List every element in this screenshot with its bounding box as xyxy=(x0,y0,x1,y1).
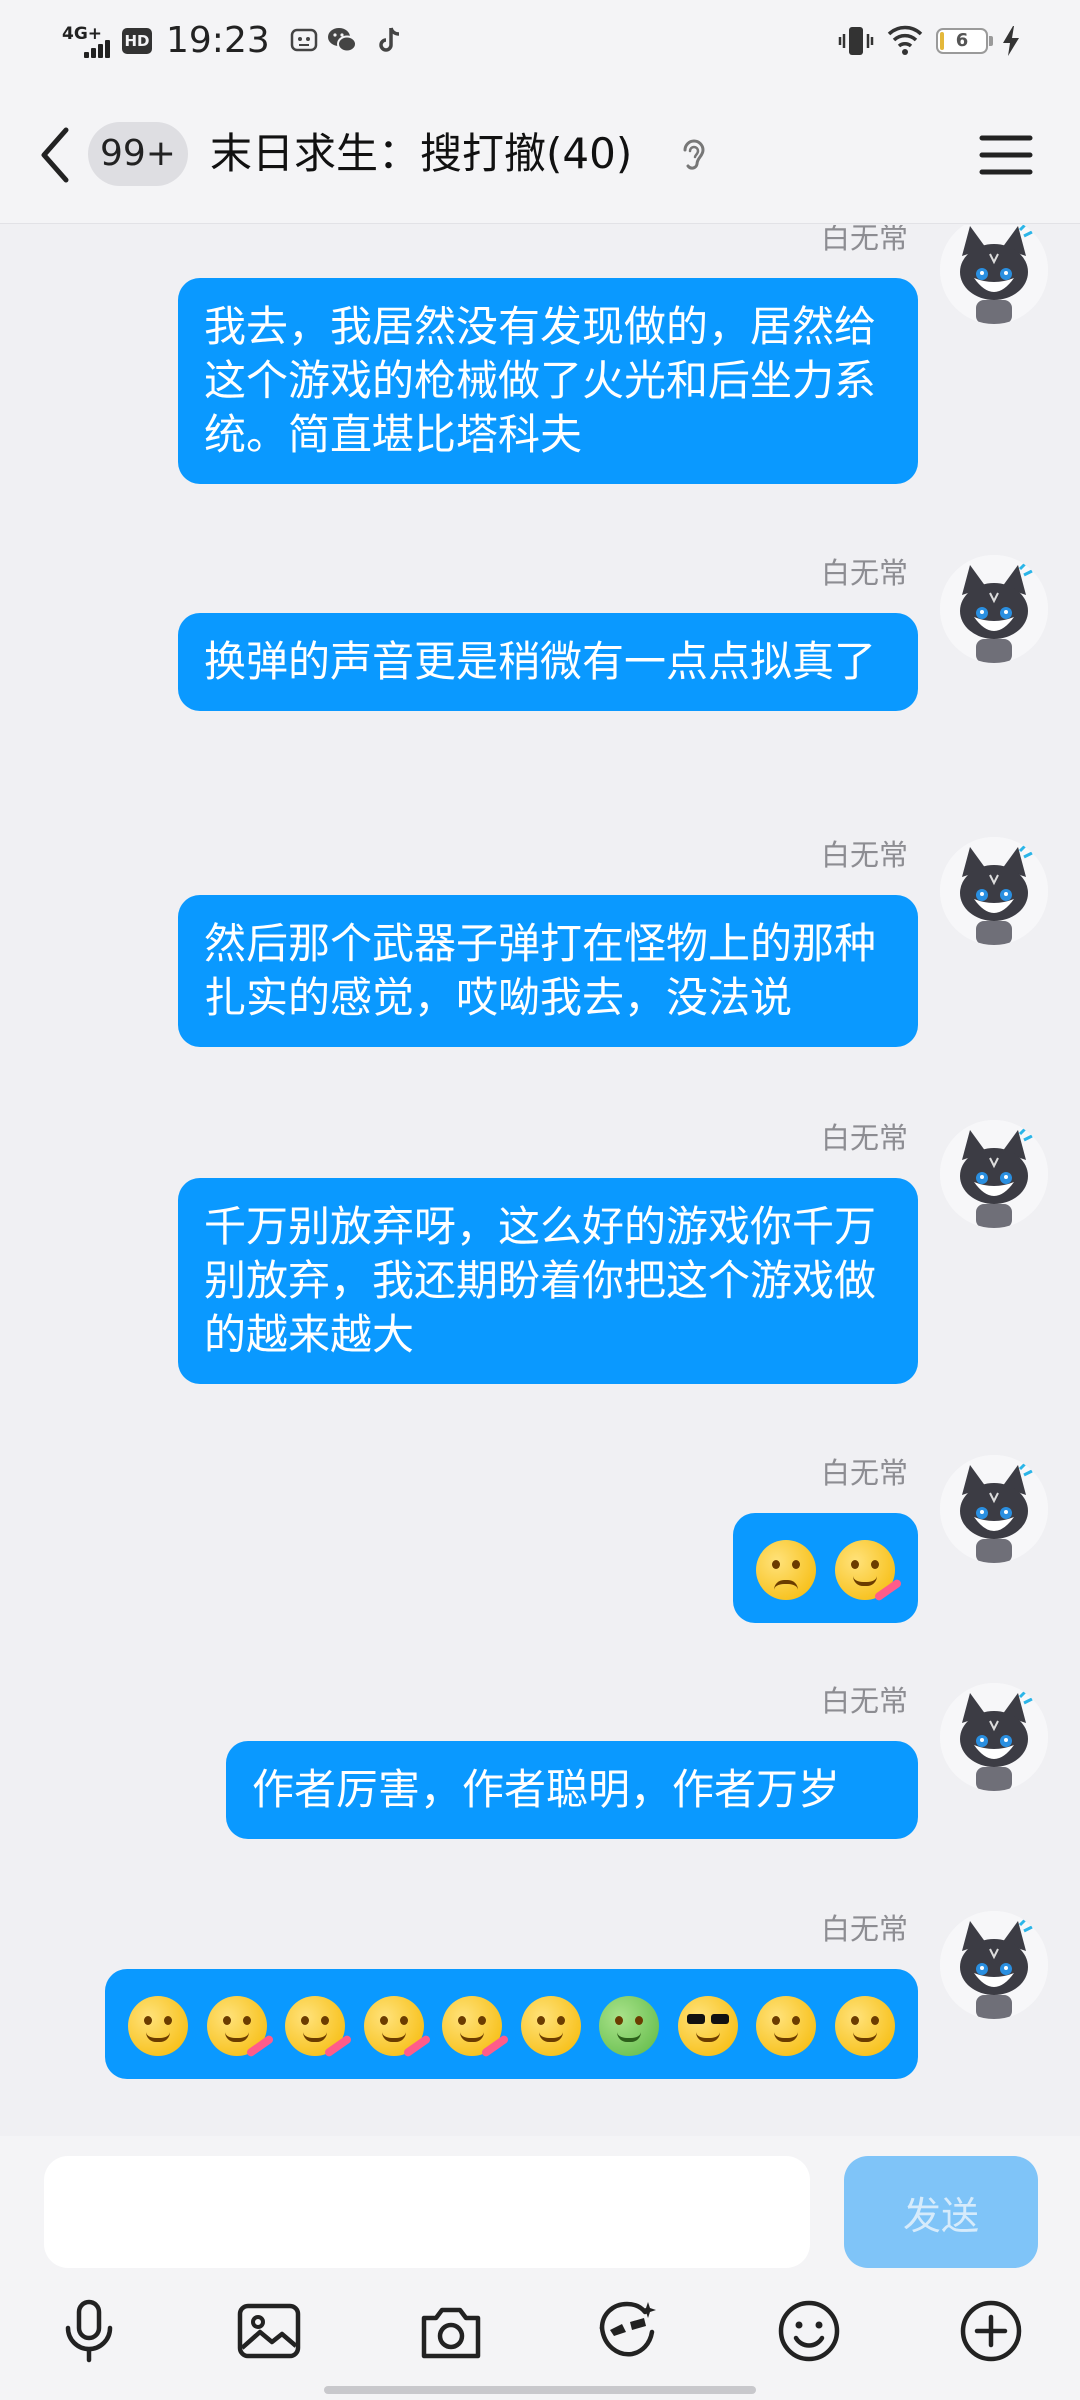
menu-icon[interactable] xyxy=(976,128,1036,182)
message-bubble[interactable]: 作者厉害，作者聪明，作者万岁 xyxy=(226,1741,918,1839)
wifi-icon xyxy=(887,25,923,55)
tiktok-icon xyxy=(379,27,400,52)
vibrate-icon xyxy=(838,27,874,55)
charging-icon xyxy=(1003,26,1019,56)
chat-header: 99+ 末日求生：搜打撤(40) xyxy=(0,84,1080,224)
avatar[interactable] xyxy=(940,1911,1048,2019)
plus-icon[interactable] xyxy=(956,2296,1026,2366)
battery-tip xyxy=(989,36,993,46)
party-face-icon xyxy=(363,1996,432,2058)
home-indicator[interactable] xyxy=(324,2386,756,2394)
image-icon[interactable] xyxy=(234,2296,304,2366)
avatar[interactable] xyxy=(940,837,1048,945)
unread-count-badge[interactable]: 99+ xyxy=(88,122,188,186)
chat-title[interactable]: 末日求生：搜打撤(40) xyxy=(210,124,670,184)
pouting-face-icon xyxy=(756,1540,817,1600)
sender-name: 白无常 xyxy=(820,1121,908,1155)
frog-face-icon xyxy=(599,1996,660,2056)
message-bubble[interactable]: 然后那个武器子弹打在怪物上的那种扎实的感觉，哎呦我去，没法说 xyxy=(178,895,918,1047)
status-bar: 4G+ HD 19:23 6 xyxy=(0,0,1080,84)
party-face-icon xyxy=(442,1996,510,2058)
message-bubble[interactable]: 我去，我居然没有发现做的，居然给这个游戏的枪械做了火光和后坐力系统。简直堪比塔科… xyxy=(178,278,918,484)
sender-name: 白无常 xyxy=(820,1684,908,1718)
battery-level: 6 xyxy=(955,30,969,51)
sunglasses-face-icon xyxy=(677,1996,738,2056)
message-list[interactable]: 白无常 我去，我居然没有发现做的，居然给这个游戏的枪械做了火光和后坐力系统。简直… xyxy=(0,225,1080,2135)
party-face-icon xyxy=(206,1996,275,2058)
battery-icon: 6 xyxy=(936,28,988,54)
clock: 19:23 xyxy=(166,20,270,61)
wechat-icon xyxy=(328,28,357,53)
back-button[interactable] xyxy=(30,120,80,190)
party-face-icon xyxy=(835,1540,903,1602)
grinning-face-icon xyxy=(128,1996,189,2056)
emoji-bubble[interactable] xyxy=(733,1513,918,1623)
smirk-face-icon xyxy=(520,1996,581,2056)
sender-name: 白无常 xyxy=(820,225,908,255)
cellular-signal-icon: 4G+ xyxy=(62,24,110,58)
sender-name: 白无常 xyxy=(820,556,908,590)
avatar[interactable] xyxy=(940,1683,1048,1791)
sender-name: 白无常 xyxy=(820,1456,908,1490)
avatar[interactable] xyxy=(940,225,1048,324)
message-bubble[interactable]: 千万别放弃呀，这么好的游戏你千万别放弃，我还期盼着你把这个游戏做的越来越大 xyxy=(178,1178,918,1384)
emoji-bubble[interactable] xyxy=(105,1969,918,2079)
message-input[interactable] xyxy=(44,2156,810,2268)
camera-icon[interactable] xyxy=(416,2296,486,2366)
peeking-face-icon xyxy=(756,1996,817,2056)
robot-app-icon xyxy=(290,28,318,52)
input-area: 发送 xyxy=(0,2136,1080,2400)
microphone-icon[interactable] xyxy=(54,2296,124,2366)
emoji-icon[interactable] xyxy=(774,2296,844,2366)
sticker-icon[interactable] xyxy=(592,2296,662,2366)
ear-icon[interactable] xyxy=(676,134,710,178)
avatar[interactable] xyxy=(940,1455,1048,1563)
sender-name: 白无常 xyxy=(820,838,908,872)
avatar[interactable] xyxy=(940,555,1048,663)
dizzy-face-icon xyxy=(835,1996,895,2056)
party-face-icon xyxy=(285,1996,353,2058)
hd-voice-icon: HD xyxy=(122,28,152,54)
send-button[interactable]: 发送 xyxy=(844,2156,1038,2268)
avatar[interactable] xyxy=(940,1120,1048,1228)
message-bubble[interactable]: 换弹的声音更是稍微有一点点拟真了 xyxy=(178,613,918,711)
sender-name: 白无常 xyxy=(820,1912,908,1946)
network-type: 4G+ xyxy=(62,24,103,44)
